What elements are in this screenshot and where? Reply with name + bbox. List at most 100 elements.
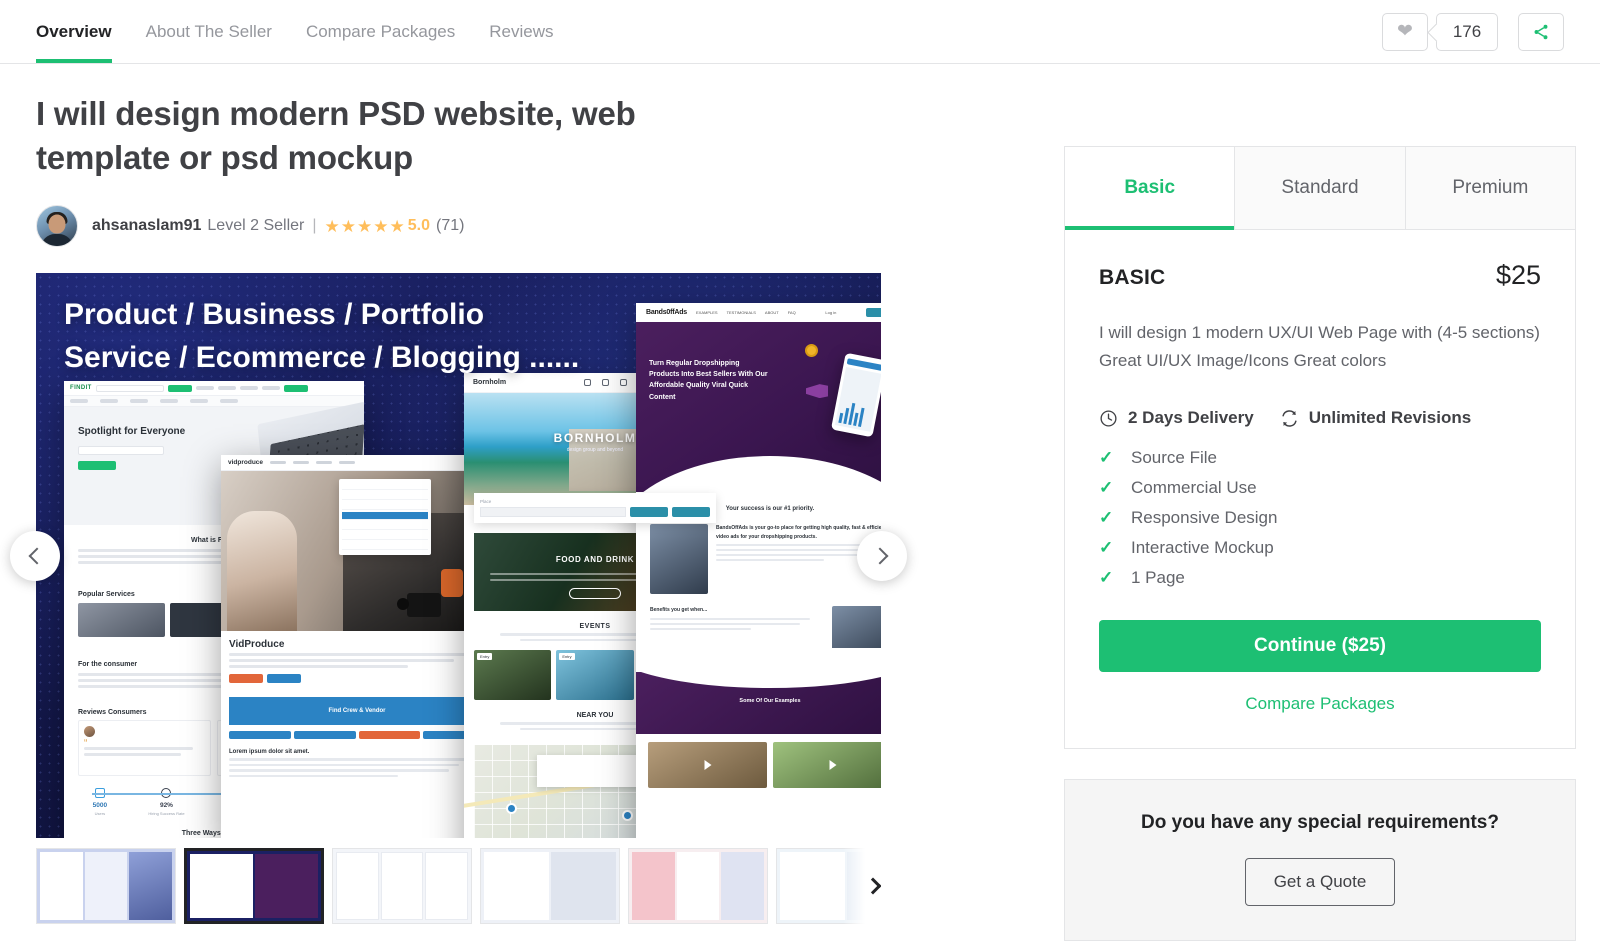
delivery-label: 2 Days Delivery	[1128, 408, 1254, 428]
chevron-right-icon	[871, 547, 889, 565]
bandsoffads-examples-title: Some Of Our Examples	[739, 698, 801, 705]
person-image	[227, 511, 297, 632]
vidproduce-nav-item	[339, 461, 356, 465]
example-card	[648, 742, 767, 789]
chevron-right-icon	[864, 877, 881, 895]
mockup-bandsoffads: Bands0ffAds EXAMPLES TESTIMONIALS ABOUT …	[636, 303, 881, 839]
tab-reviews[interactable]: Reviews	[489, 0, 553, 63]
seller-username[interactable]: ahsanaslam91	[92, 217, 201, 235]
bornholm-food-button	[569, 588, 621, 600]
avatar[interactable]	[36, 205, 78, 248]
bornholm-search-button	[672, 507, 710, 518]
right-column: Basic Standard Premium BASIC $25 I will …	[936, 64, 1576, 942]
findit-subnav-item	[190, 399, 208, 404]
tab-compare-packages[interactable]: Compare Packages	[306, 0, 455, 63]
map-pin-icon	[624, 812, 632, 820]
revisions-label: Unlimited Revisions	[1308, 408, 1472, 428]
findit-subnav	[64, 396, 364, 408]
findit-cta	[283, 384, 308, 392]
package-description: I will design 1 modern UX/UI Web Page wi…	[1099, 323, 1540, 370]
chevron-left-icon	[28, 547, 46, 565]
feature-label: 1 Page	[1131, 568, 1185, 588]
play-icon	[704, 760, 711, 771]
tab-premium[interactable]: Premium	[1405, 147, 1575, 229]
star-icon: ★	[357, 216, 373, 236]
star-icon: ★	[340, 216, 357, 236]
list-item: ✓ Interactive Mockup	[1099, 538, 1541, 558]
bornholm-explore-button	[630, 507, 668, 518]
share-button[interactable]	[1518, 12, 1564, 51]
star-icon: ★	[324, 216, 340, 236]
seller-separator: |	[312, 217, 317, 235]
rating-stars: ★ ★ ★ ★ ★	[325, 218, 405, 235]
hero-headline-line2: Service / Ecommerce / Blogging ......	[64, 341, 580, 375]
vidproduce-hero-image	[221, 471, 493, 632]
special-requirements-card: Do you have any special requirements? Ge…	[1064, 779, 1576, 942]
seller-level: Level 2 Seller	[207, 217, 305, 235]
list-item-selected[interactable]: Product / Business / Portfolio Service /…	[184, 848, 324, 925]
findit-nav-item	[239, 386, 258, 391]
camera-icon	[397, 593, 441, 618]
phone-chart	[838, 401, 865, 428]
gallery-hero-image[interactable]: Product / Business / Portfolio Service /…	[36, 273, 881, 839]
feature-label: Commercial Use	[1131, 478, 1257, 498]
star-icon: ★	[389, 216, 405, 236]
dropdown-item	[342, 492, 428, 501]
tab-overview[interactable]: Overview	[36, 0, 112, 63]
list-item[interactable]: WEBSITE DESIGN PSD MOCKUP	[36, 848, 176, 925]
avatar-body	[41, 234, 73, 247]
vidproduce-band: Find Crew & Vendor	[229, 697, 485, 726]
dropdown-item	[342, 522, 428, 531]
package-card: Basic Standard Premium BASIC $25 I will …	[1064, 146, 1576, 750]
bandsoffads-examples-band: Some Of Our Examples	[636, 648, 881, 735]
get-a-quote-button[interactable]: Get a Quote	[1244, 858, 1396, 907]
tab-basic[interactable]: Basic	[1065, 147, 1236, 230]
crew-jacket	[441, 569, 463, 598]
vidproduce-text-block: Lorem ipsum dolor sit amet.	[221, 745, 493, 781]
tab-about-the-seller[interactable]: About The Seller	[146, 0, 272, 63]
thumbnails-next-button[interactable]	[843, 848, 881, 925]
gallery-next-button[interactable]	[857, 530, 907, 581]
findit-subnav-item	[70, 399, 88, 404]
heart-icon: ❤	[1397, 21, 1413, 42]
map-pin-icon	[507, 804, 515, 812]
list-item[interactable]	[480, 848, 620, 925]
vidproduce-nav-item	[316, 461, 333, 465]
findit-subnav-item	[100, 399, 118, 404]
package-price: $25	[1495, 260, 1541, 290]
bornholm-search-input	[480, 507, 626, 518]
nav-tabs: Overview About The Seller Compare Packag…	[36, 0, 554, 63]
seller-info-row: ahsanaslam91 Level 2 Seller | ★ ★ ★ ★ ★ …	[36, 205, 936, 248]
clock-icon	[1100, 410, 1117, 427]
vidproduce-primary-button	[229, 674, 263, 684]
findit-nav-item	[217, 386, 236, 391]
list-item[interactable]	[628, 848, 768, 925]
list-item: ✓ 1 Page	[1099, 568, 1541, 588]
avatar-face	[48, 214, 66, 234]
package-header: BASIC $25	[1099, 260, 1541, 291]
event-tag: Entry	[477, 653, 493, 661]
check-icon: ✓	[1099, 448, 1114, 468]
vidproduce-nav-item	[293, 461, 310, 465]
favorite-count-badge: 176	[1436, 12, 1498, 51]
feature-label: Source File	[1131, 448, 1217, 468]
events-icon	[620, 379, 627, 387]
event-tag: Entry	[559, 653, 575, 661]
tab-standard[interactable]: Standard	[1235, 147, 1406, 229]
continue-button[interactable]: Continue ($25)	[1099, 620, 1541, 673]
left-column: I will design modern PSD website, web te…	[10, 64, 936, 941]
service-card	[78, 603, 166, 638]
package-tabs: Basic Standard Premium	[1065, 147, 1575, 230]
check-icon: ✓	[1099, 568, 1114, 588]
favorite-button[interactable]: ❤	[1382, 12, 1428, 51]
findit-subnav-item	[160, 399, 178, 404]
package-name: BASIC	[1099, 266, 1166, 289]
feature-label: Interactive Mockup	[1131, 538, 1274, 558]
content-image	[650, 524, 708, 595]
findit-subnav-item	[220, 399, 238, 404]
review-card: “	[78, 720, 211, 777]
list-item[interactable]: CMS / Low and other Websites...	[332, 848, 472, 925]
gallery-prev-button[interactable]	[10, 530, 60, 581]
bandsoffads-benefits-title: Benefits you get when...	[650, 607, 708, 614]
compare-packages-link[interactable]: Compare Packages	[1099, 694, 1541, 714]
